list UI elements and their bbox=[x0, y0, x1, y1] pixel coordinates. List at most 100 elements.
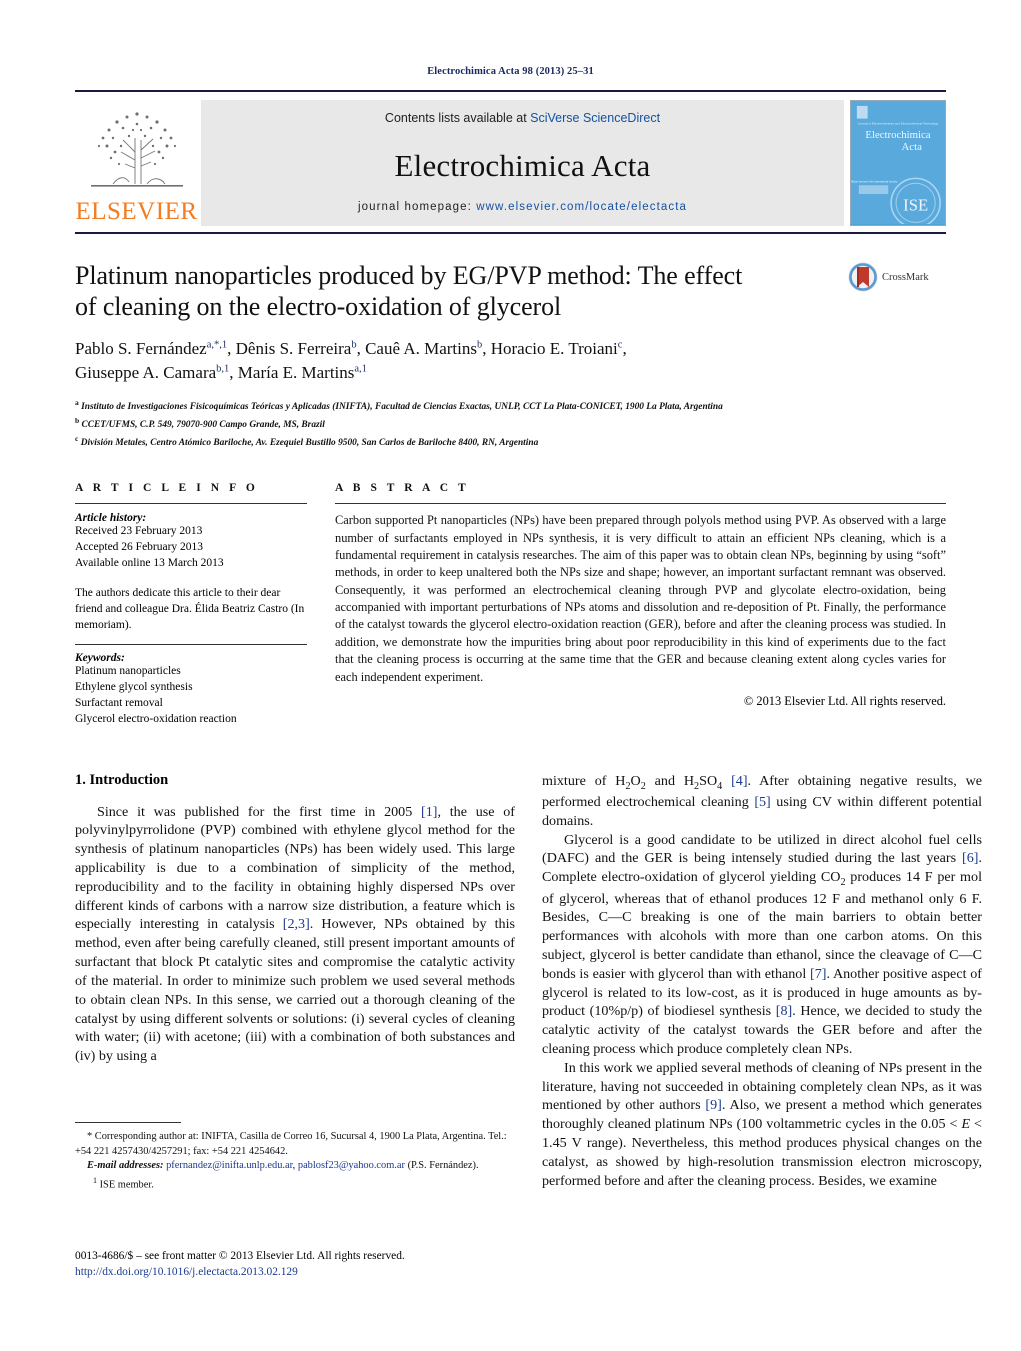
crossmark-label: CrossMark bbox=[882, 271, 929, 283]
sciencedirect-link[interactable]: SciVerse ScienceDirect bbox=[530, 111, 660, 125]
citation-ref[interactable]: [1] bbox=[421, 804, 437, 820]
abstract-column: A B S T R A C T Carbon supported Pt nano… bbox=[335, 482, 946, 727]
svg-text:Acta: Acta bbox=[902, 141, 923, 153]
keyword-item: Platinum nanoparticles bbox=[75, 665, 181, 678]
citation-ref[interactable]: [7] bbox=[810, 966, 826, 982]
text-run: . However, NPs obtained by this method, … bbox=[75, 916, 515, 1065]
abstract-text: Carbon supported Pt nanoparticles (NPs) … bbox=[335, 513, 946, 684]
citation-ref[interactable]: [6] bbox=[962, 850, 978, 866]
email-link-2[interactable]: pablosf23@yahoo.com.ar bbox=[298, 1160, 405, 1171]
dedication-note: The authors dedicate this article to the… bbox=[75, 586, 305, 632]
doi-link[interactable]: http://dx.doi.org/10.1016/j.electacta.20… bbox=[75, 1264, 545, 1280]
text-run: mixture of H bbox=[542, 772, 626, 789]
author-affil-mark: c bbox=[617, 339, 623, 351]
article-history-label: Article history: bbox=[75, 512, 147, 525]
issn-line: 0013-4686/$ – see front matter © 2013 El… bbox=[75, 1250, 405, 1262]
affiliation-item: a Instituto de Investigaciones Fisicoquí… bbox=[75, 397, 946, 415]
author-affil-mark: a,*,1 bbox=[206, 339, 228, 351]
article-history-online: Available online 13 March 2013 bbox=[75, 556, 224, 569]
elsevier-tree-icon bbox=[90, 112, 183, 187]
contents-prefix: Contents lists available at bbox=[384, 111, 531, 125]
article-title-line-1: Platinum nanoparticles produced by EG/PV… bbox=[75, 261, 743, 290]
email-owner: (P.S. Fernández). bbox=[407, 1160, 479, 1172]
affiliation-text: Instituto de Investigaciones Fisicoquími… bbox=[81, 402, 723, 413]
article-history-received: Received 23 February 2013 bbox=[75, 525, 203, 538]
citation-ref[interactable]: [9] bbox=[705, 1097, 721, 1113]
text-run: Glycerol is a good candidate to be utili… bbox=[542, 831, 982, 867]
svg-text:ISE: ISE bbox=[903, 196, 928, 215]
title-block: CrossMark Platinum nanoparticles produce… bbox=[75, 260, 946, 385]
journal-cover-thumbnail[interactable]: Journal of Electrochemistry and Electroc… bbox=[850, 100, 946, 226]
issn-copyright-block: 0013-4686/$ – see front matter © 2013 El… bbox=[75, 1248, 545, 1280]
article-info-heading: A R T I C L E I N F O bbox=[75, 482, 259, 495]
article-info-column: A R T I C L E I N F O Article history: R… bbox=[75, 482, 307, 727]
author-name[interactable]: Giuseppe A. Camara bbox=[75, 363, 216, 382]
crossmark-icon bbox=[848, 262, 878, 292]
email-label: E-mail addresses: bbox=[87, 1160, 164, 1172]
running-head: Electrochimica Acta 98 (2013) 25–31 bbox=[427, 66, 594, 77]
abstract-copyright: © 2013 Elsevier Ltd. All rights reserved… bbox=[743, 693, 946, 708]
citation-ref[interactable]: [5] bbox=[754, 794, 770, 810]
text-run: O bbox=[630, 772, 641, 789]
body-column-right: mixture of H2O2 and H2SO4 [4]. After obt… bbox=[542, 772, 982, 1191]
author-name[interactable]: María E. Martins bbox=[238, 363, 355, 382]
footnote-text: ISE member. bbox=[97, 1179, 154, 1191]
author-name[interactable]: Cauê A. Martins bbox=[365, 339, 477, 358]
keyword-item: Surfactant removal bbox=[75, 696, 163, 709]
journal-masthead: ELSEVIER Contents lists available at Sci… bbox=[75, 90, 946, 226]
text-run: Since it was published for the first tim… bbox=[97, 803, 422, 820]
footnote-emails: E-mail addresses: pfernandez@inifta.unlp… bbox=[75, 1159, 515, 1174]
author-affil-mark: b bbox=[476, 339, 483, 351]
crossmark-badge[interactable]: CrossMark bbox=[848, 262, 946, 292]
footnote-rule bbox=[75, 1122, 181, 1123]
abstract-heading: A B S T R A C T bbox=[335, 482, 470, 495]
svg-text:Official Journal of the Intern: Official Journal of the International So… bbox=[851, 180, 898, 183]
journal-homepage-link[interactable]: www.elsevier.com/locate/electacta bbox=[476, 201, 687, 213]
masthead-bottom-rule bbox=[75, 232, 946, 234]
paragraph: mixture of H2O2 and H2SO4 [4]. After obt… bbox=[542, 772, 982, 831]
author-affil-mark: b,1 bbox=[216, 363, 230, 375]
citation-ref[interactable]: [4] bbox=[731, 773, 747, 789]
divider bbox=[75, 644, 307, 646]
keyword-item: Glycerol electro-oxidation reaction bbox=[75, 712, 237, 725]
affiliation-text: División Metales, Centro Atómico Bariloc… bbox=[80, 437, 539, 448]
author-name[interactable]: Pablo S. Fernández bbox=[75, 339, 207, 358]
citation-ref[interactable]: [8] bbox=[776, 1003, 792, 1019]
journal-article-page: Electrochimica Acta 98 (2013) 25–31 ELSE… bbox=[0, 0, 1021, 1351]
affiliation-mark: b bbox=[75, 415, 80, 425]
divider bbox=[75, 503, 307, 505]
footnote-ise-member: 1 ISE member. bbox=[75, 1175, 515, 1193]
info-and-abstract: A R T I C L E I N F O Article history: R… bbox=[75, 482, 946, 727]
journal-title: Electrochimica Acta bbox=[394, 147, 651, 183]
author-name[interactable]: Dênis S. Ferreira bbox=[236, 339, 352, 358]
paragraph: Since it was published for the first tim… bbox=[75, 803, 515, 1066]
author-name[interactable]: Horacio E. Troiani bbox=[491, 339, 618, 358]
affiliation-item: c División Metales, Centro Atómico Baril… bbox=[75, 433, 946, 451]
divider bbox=[335, 503, 946, 505]
symbol-E: E bbox=[961, 1116, 971, 1133]
citation-ref[interactable]: [2,3] bbox=[283, 916, 310, 932]
elsevier-wordmark: ELSEVIER bbox=[75, 198, 198, 225]
footnote-text: Corresponding author at: INIFTA, Casilla… bbox=[75, 1131, 507, 1157]
affiliation-list: a Instituto de Investigaciones Fisicoquí… bbox=[75, 397, 946, 450]
article-title-line-2: of cleaning on the electro-oxidation of … bbox=[75, 292, 562, 322]
affiliation-item: b CCET/UFMS, C.P. 549, 79070-900 Campo G… bbox=[75, 415, 946, 433]
footnote-area: * Corresponding author at: INIFTA, Casil… bbox=[75, 1122, 515, 1193]
svg-text:Journal of Electrochemistry an: Journal of Electrochemistry and Electroc… bbox=[858, 122, 939, 126]
homepage-prefix: journal homepage: bbox=[357, 201, 477, 213]
author-affil-mark: a,1 bbox=[354, 363, 367, 375]
keyword-item: Ethylene glycol synthesis bbox=[75, 680, 193, 693]
keywords-label: Keywords: bbox=[75, 652, 125, 665]
footnote-corresponding-author: * Corresponding author at: INIFTA, Casil… bbox=[75, 1130, 515, 1159]
journal-homepage-line: journal homepage: www.elsevier.com/locat… bbox=[358, 201, 687, 213]
article-history-accepted: Accepted 26 February 2013 bbox=[75, 541, 204, 554]
affiliation-mark: c bbox=[75, 433, 79, 443]
paragraph: In this work we applied several methods … bbox=[542, 1059, 982, 1191]
text-run: , the use of polyvinylpyrrolidone (PVP) … bbox=[75, 803, 515, 933]
author-list: Pablo S. Fernándeza,*,1, Dênis S. Ferrei… bbox=[75, 338, 627, 383]
affiliation-mark: a bbox=[75, 398, 79, 408]
paragraph: Glycerol is a good candidate to be utili… bbox=[542, 831, 982, 1059]
email-link-1[interactable]: pfernandez@inifta.unlp.edu.ar bbox=[166, 1160, 293, 1171]
journal-cover-art: Journal of Electrochemistry and Electroc… bbox=[851, 101, 945, 225]
author-affil-mark: b bbox=[351, 339, 357, 351]
